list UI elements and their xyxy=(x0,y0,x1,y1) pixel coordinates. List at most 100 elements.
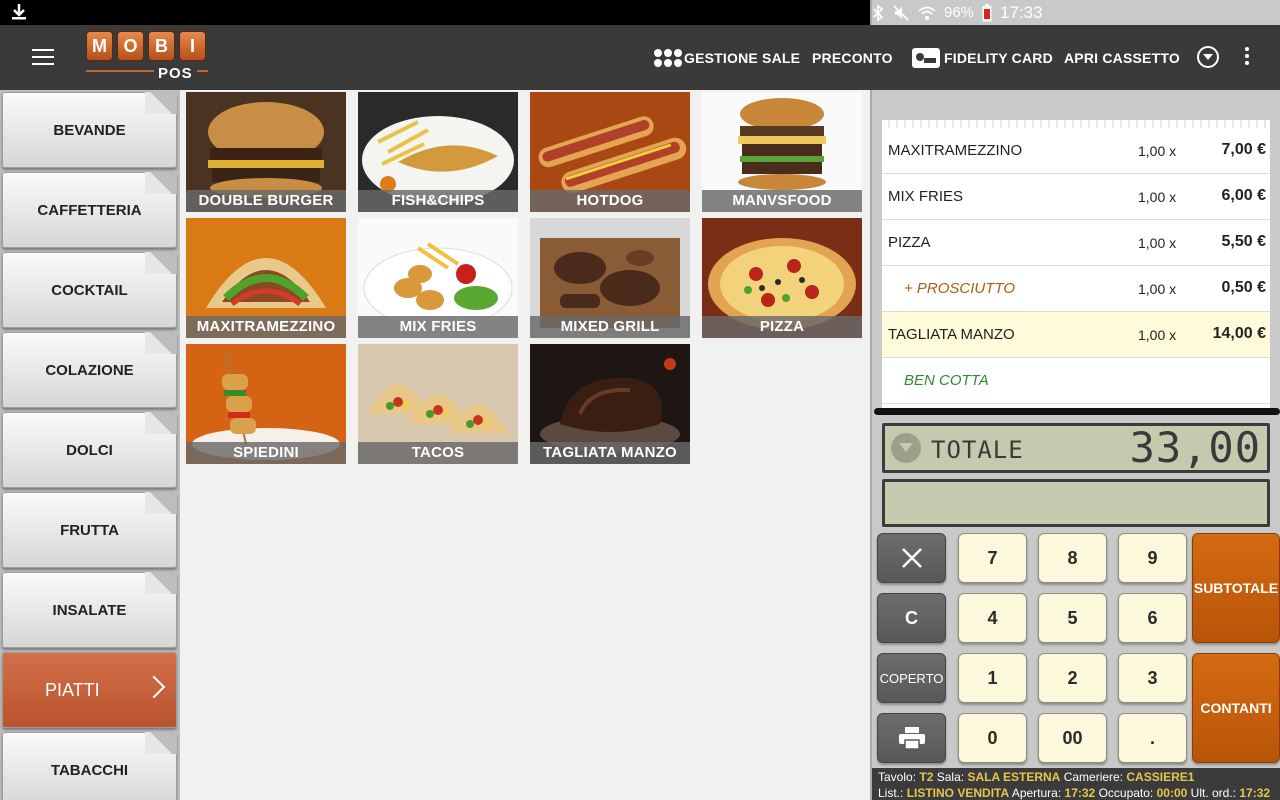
total-display: TOTALE 33,00 xyxy=(882,423,1270,473)
product-hotdog[interactable]: HOTDOG xyxy=(530,92,690,212)
menu-icon[interactable] xyxy=(32,49,54,67)
mute-icon xyxy=(893,4,909,21)
key-6[interactable]: 6 xyxy=(1118,593,1187,643)
category-label: PIATTI xyxy=(45,679,100,700)
category-bevande[interactable]: BEVANDE xyxy=(2,92,177,168)
contanti-button[interactable]: CONTANTI xyxy=(1192,653,1280,763)
product-label: MAXITRAMEZZINO xyxy=(186,316,346,338)
key-0[interactable]: 0 xyxy=(958,713,1027,763)
close-icon xyxy=(901,548,922,568)
receipt-row-selected[interactable]: TAGLIATA MANZO 1,00 x 14,00 € xyxy=(882,312,1270,358)
product-label: MANVSFOOD xyxy=(702,190,862,212)
product-grid: DOUBLE BURGER FISH&CHIPS HOTDOG MANVSFOO… xyxy=(180,90,870,800)
category-cocktail[interactable]: COCKTAIL xyxy=(2,252,177,328)
product-manvsfood[interactable]: MANVSFOOD xyxy=(702,92,862,212)
category-label: BEVANDE xyxy=(53,121,126,139)
category-colazione[interactable]: COLAZIONE xyxy=(2,332,177,408)
category-caffetteria[interactable]: CAFFETTERIA xyxy=(2,172,177,248)
product-tacos[interactable]: TACOS xyxy=(358,344,518,464)
logo-letter: B xyxy=(148,31,175,61)
overflow-menu-icon[interactable] xyxy=(1244,47,1250,67)
category-label: COCKTAIL xyxy=(51,281,128,299)
product-label: PIZZA xyxy=(702,316,862,338)
product-label: TACOS xyxy=(358,442,518,464)
item-price: 14,00 € xyxy=(1212,325,1266,342)
listino-value: LISTINO VENDITA xyxy=(906,786,1010,800)
gestione-sale-label: GESTIONE SALE xyxy=(684,49,801,66)
category-label: COLAZIONE xyxy=(45,361,134,379)
listino-label: List.: xyxy=(878,786,904,800)
receipt-row-note[interactable]: BEN COTTA xyxy=(882,358,1270,404)
dropdown-circle-icon[interactable] xyxy=(1197,46,1219,68)
input-display xyxy=(882,479,1270,527)
product-maxitramezzino[interactable]: MAXITRAMEZZINO xyxy=(186,218,346,338)
preconto-button[interactable]: PRECONTO xyxy=(812,50,893,66)
product-mix-fries[interactable]: MIX FRIES xyxy=(358,218,518,338)
key-4[interactable]: 4 xyxy=(958,593,1027,643)
total-amount: 33,00 xyxy=(1129,423,1261,472)
item-price: 6,00 € xyxy=(1221,187,1266,204)
category-dolci[interactable]: DOLCI xyxy=(2,412,177,488)
key-5[interactable]: 5 xyxy=(1038,593,1107,643)
key-3[interactable]: 3 xyxy=(1118,653,1187,703)
fidelity-card-label: FIDELITY CARD xyxy=(944,49,1053,66)
apertura-value: 17:32 xyxy=(1064,786,1096,800)
item-price: 5,50 € xyxy=(1221,233,1266,250)
item-price: 0,50 € xyxy=(1221,279,1266,296)
delete-button[interactable] xyxy=(877,533,946,583)
printer-icon xyxy=(898,727,925,750)
item-price: 7,00 € xyxy=(1221,141,1266,158)
gestione-sale-button[interactable]: GESTIONE SALE xyxy=(654,48,801,67)
product-double-burger[interactable]: DOUBLE BURGER xyxy=(186,92,346,212)
item-note: BEN COTTA xyxy=(904,372,989,389)
item-modifier: + PROSCIUTTO xyxy=(904,280,1015,297)
receipt-row[interactable]: MIX FRIES 1,00 x 6,00 € xyxy=(882,174,1270,220)
rooms-grid-icon xyxy=(654,48,682,67)
key-8[interactable]: 8 xyxy=(1038,533,1107,583)
order-info-bar: Tavolo: T2 Sala: SALA ESTERNA Cameriere:… xyxy=(872,768,1280,800)
logo-pos-text: POS xyxy=(154,65,197,82)
receipt-row[interactable]: PIZZA 1,00 x 5,50 € xyxy=(882,220,1270,266)
key-7[interactable]: 7 xyxy=(958,533,1027,583)
category-insalate[interactable]: INSALATE xyxy=(2,572,177,648)
key-decimal[interactable]: . xyxy=(1118,713,1187,763)
fidelity-card-button[interactable]: FIDELITY CARD xyxy=(912,47,1053,68)
category-label: INSALATE xyxy=(52,601,127,619)
total-label: TOTALE xyxy=(931,436,1024,464)
cameriere-label: Cameriere: xyxy=(1063,770,1124,784)
item-name: TAGLIATA MANZO xyxy=(888,326,1015,343)
product-label: MIX FRIES xyxy=(358,316,518,338)
tavolo-label: Tavolo: xyxy=(878,770,917,784)
coperto-button[interactable]: COPERTO xyxy=(877,653,946,703)
item-name: PIZZA xyxy=(888,234,931,251)
logo-letter: I xyxy=(179,31,206,61)
subtotale-button[interactable]: SUBTOTALE xyxy=(1192,533,1280,643)
product-fish-chips[interactable]: FISH&CHIPS xyxy=(358,92,518,212)
clear-button[interactable]: C xyxy=(877,593,946,643)
mobi-pos-logo: M O B I POS xyxy=(86,31,208,87)
apri-cassetto-label: APRI CASSETTO xyxy=(1064,49,1180,66)
category-piatti[interactable]: PIATTI xyxy=(2,652,177,728)
item-qty: 1,00 x xyxy=(1138,235,1177,251)
ult-ord-label: Ult. ord.: xyxy=(1190,786,1237,800)
tavolo-value: T2 xyxy=(919,770,934,784)
product-pizza[interactable]: PIZZA xyxy=(702,218,862,338)
key-1[interactable]: 1 xyxy=(958,653,1027,703)
receipt-row[interactable]: MAXITRAMEZZINO 1,00 x 7,00 € xyxy=(882,128,1270,174)
apri-cassetto-button[interactable]: APRI CASSETTO xyxy=(1064,50,1180,66)
category-tabacchi[interactable]: TABACCHI xyxy=(2,732,177,800)
product-label: FISH&CHIPS xyxy=(358,190,518,212)
arrow-down-icon[interactable] xyxy=(891,433,921,463)
key-9[interactable]: 9 xyxy=(1118,533,1187,583)
key-2[interactable]: 2 xyxy=(1038,653,1107,703)
print-button[interactable] xyxy=(877,713,946,763)
product-spiedini[interactable]: SPIEDINI xyxy=(186,344,346,464)
key-00[interactable]: 00 xyxy=(1038,713,1107,763)
product-mixed-grill[interactable]: MIXED GRILL xyxy=(530,218,690,338)
receipt-row-modifier[interactable]: + PROSCIUTTO 1,00 x 0,50 € xyxy=(882,266,1270,312)
product-tagliata-manzo[interactable]: TAGLIATA MANZO xyxy=(530,344,690,464)
item-name: MAXITRAMEZZINO xyxy=(888,142,1023,159)
category-frutta[interactable]: FRUTTA xyxy=(2,492,177,568)
fidelity-card-icon xyxy=(912,47,940,68)
product-label: HOTDOG xyxy=(530,190,690,212)
